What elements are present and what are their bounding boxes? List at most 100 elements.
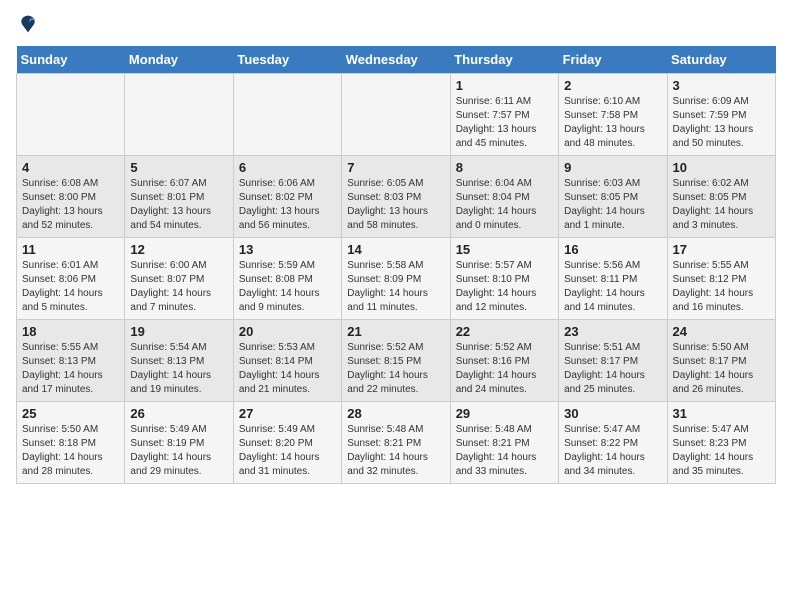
calendar-cell — [125, 74, 233, 156]
day-info: Sunrise: 6:05 AM Sunset: 8:03 PM Dayligh… — [347, 177, 444, 233]
day-info: Sunrise: 5:50 AM Sunset: 8:17 PM Dayligh… — [673, 341, 770, 397]
day-info: Sunrise: 5:47 AM Sunset: 8:22 PM Dayligh… — [564, 423, 661, 479]
calendar-cell — [17, 74, 125, 156]
day-number: 19 — [130, 324, 227, 339]
header-saturday: Saturday — [667, 46, 775, 74]
day-number: 30 — [564, 406, 661, 421]
day-number: 6 — [239, 160, 336, 175]
day-number: 3 — [673, 78, 770, 93]
calendar-cell: 16 Sunrise: 5:56 AM Sunset: 8:11 PM Dayli… — [559, 238, 667, 320]
day-info: Sunrise: 5:59 AM Sunset: 8:08 PM Dayligh… — [239, 259, 336, 315]
calendar-cell: 7 Sunrise: 6:05 AM Sunset: 8:03 PM Daylig… — [342, 156, 450, 238]
day-info: Sunrise: 6:11 AM Sunset: 7:57 PM Dayligh… — [456, 95, 553, 151]
calendar-cell: 31Sunrise: 5:47 AM Sunset: 8:23 PM Dayli… — [667, 402, 775, 484]
day-info: Sunrise: 6:10 AM Sunset: 7:58 PM Dayligh… — [564, 95, 661, 151]
calendar-cell: 2 Sunrise: 6:10 AM Sunset: 7:58 PM Daylig… — [559, 74, 667, 156]
calendar-cell: 26Sunrise: 5:49 AM Sunset: 8:19 PM Dayli… — [125, 402, 233, 484]
day-info: Sunrise: 6:00 AM Sunset: 8:07 PM Dayligh… — [130, 259, 227, 315]
calendar-cell: 23 Sunrise: 5:51 AM Sunset: 8:17 PM Dayli… — [559, 320, 667, 402]
header-wednesday: Wednesday — [342, 46, 450, 74]
calendar-cell: 4Sunrise: 6:08 AM Sunset: 8:00 PM Daylig… — [17, 156, 125, 238]
calendar-cell: 28 Sunrise: 5:48 AM Sunset: 8:21 PM Dayli… — [342, 402, 450, 484]
week-row-1: 1 Sunrise: 6:11 AM Sunset: 7:57 PM Daylig… — [17, 74, 776, 156]
header-tuesday: Tuesday — [233, 46, 341, 74]
day-info: Sunrise: 5:56 AM Sunset: 8:11 PM Dayligh… — [564, 259, 661, 315]
header-sunday: Sunday — [17, 46, 125, 74]
week-row-4: 18 Sunrise: 5:55 AM Sunset: 8:13 PM Dayli… — [17, 320, 776, 402]
day-number: 14 — [347, 242, 444, 257]
day-number: 2 — [564, 78, 661, 93]
calendar-cell — [342, 74, 450, 156]
calendar-table: SundayMondayTuesdayWednesdayThursdayFrid… — [16, 46, 776, 484]
day-info: Sunrise: 6:01 AM Sunset: 8:06 PM Dayligh… — [22, 259, 119, 315]
day-info: Sunrise: 6:06 AM Sunset: 8:02 PM Dayligh… — [239, 177, 336, 233]
day-number: 17 — [673, 242, 770, 257]
calendar-cell: 3 Sunrise: 6:09 AM Sunset: 7:59 PM Daylig… — [667, 74, 775, 156]
calendar-cell: 9Sunrise: 6:03 AM Sunset: 8:05 PM Daylig… — [559, 156, 667, 238]
logo — [16, 16, 38, 36]
day-info: Sunrise: 5:57 AM Sunset: 8:10 PM Dayligh… — [456, 259, 553, 315]
header-friday: Friday — [559, 46, 667, 74]
day-info: Sunrise: 6:09 AM Sunset: 7:59 PM Dayligh… — [673, 95, 770, 151]
header-thursday: Thursday — [450, 46, 558, 74]
day-number: 16 — [564, 242, 661, 257]
calendar-cell: 24 Sunrise: 5:50 AM Sunset: 8:17 PM Dayli… — [667, 320, 775, 402]
day-number: 26 — [130, 406, 227, 421]
calendar-cell: 22Sunrise: 5:52 AM Sunset: 8:16 PM Dayli… — [450, 320, 558, 402]
day-number: 28 — [347, 406, 444, 421]
day-number: 5 — [130, 160, 227, 175]
day-number: 22 — [456, 324, 553, 339]
day-number: 24 — [673, 324, 770, 339]
calendar-cell: 15 Sunrise: 5:57 AM Sunset: 8:10 PM Dayli… — [450, 238, 558, 320]
week-row-2: 4Sunrise: 6:08 AM Sunset: 8:00 PM Daylig… — [17, 156, 776, 238]
calendar-cell: 5Sunrise: 6:07 AM Sunset: 8:01 PM Daylig… — [125, 156, 233, 238]
day-number: 20 — [239, 324, 336, 339]
calendar-cell: 17 Sunrise: 5:55 AM Sunset: 8:12 PM Dayli… — [667, 238, 775, 320]
day-number: 15 — [456, 242, 553, 257]
day-info: Sunrise: 5:54 AM Sunset: 8:13 PM Dayligh… — [130, 341, 227, 397]
day-info: Sunrise: 5:51 AM Sunset: 8:17 PM Dayligh… — [564, 341, 661, 397]
calendar-cell: 25Sunrise: 5:50 AM Sunset: 8:18 PM Dayli… — [17, 402, 125, 484]
day-number: 13 — [239, 242, 336, 257]
calendar-cell: 10 Sunrise: 6:02 AM Sunset: 8:05 PM Dayli… — [667, 156, 775, 238]
day-info: Sunrise: 5:49 AM Sunset: 8:20 PM Dayligh… — [239, 423, 336, 479]
calendar-cell: 13 Sunrise: 5:59 AM Sunset: 8:08 PM Dayli… — [233, 238, 341, 320]
day-number: 8 — [456, 160, 553, 175]
day-number: 10 — [673, 160, 770, 175]
calendar-cell: 21 Sunrise: 5:52 AM Sunset: 8:15 PM Dayli… — [342, 320, 450, 402]
day-info: Sunrise: 6:04 AM Sunset: 8:04 PM Dayligh… — [456, 177, 553, 233]
day-number: 12 — [130, 242, 227, 257]
day-number: 29 — [456, 406, 553, 421]
header-row: SundayMondayTuesdayWednesdayThursdayFrid… — [17, 46, 776, 74]
day-info: Sunrise: 5:48 AM Sunset: 8:21 PM Dayligh… — [347, 423, 444, 479]
day-info: Sunrise: 5:55 AM Sunset: 8:12 PM Dayligh… — [673, 259, 770, 315]
calendar-cell: 8 Sunrise: 6:04 AM Sunset: 8:04 PM Daylig… — [450, 156, 558, 238]
calendar-cell: 1 Sunrise: 6:11 AM Sunset: 7:57 PM Daylig… — [450, 74, 558, 156]
day-number: 18 — [22, 324, 119, 339]
calendar-cell — [233, 74, 341, 156]
header-monday: Monday — [125, 46, 233, 74]
day-info: Sunrise: 5:53 AM Sunset: 8:14 PM Dayligh… — [239, 341, 336, 397]
week-row-5: 25Sunrise: 5:50 AM Sunset: 8:18 PM Dayli… — [17, 402, 776, 484]
day-number: 1 — [456, 78, 553, 93]
day-info: Sunrise: 6:03 AM Sunset: 8:05 PM Dayligh… — [564, 177, 661, 233]
day-number: 31 — [673, 406, 770, 421]
calendar-cell: 30 Sunrise: 5:47 AM Sunset: 8:22 PM Dayli… — [559, 402, 667, 484]
day-number: 23 — [564, 324, 661, 339]
day-info: Sunrise: 5:55 AM Sunset: 8:13 PM Dayligh… — [22, 341, 119, 397]
day-number: 27 — [239, 406, 336, 421]
calendar-cell: 11 Sunrise: 6:01 AM Sunset: 8:06 PM Dayli… — [17, 238, 125, 320]
calendar-cell: 6 Sunrise: 6:06 AM Sunset: 8:02 PM Daylig… — [233, 156, 341, 238]
day-number: 7 — [347, 160, 444, 175]
calendar-cell: 27 Sunrise: 5:49 AM Sunset: 8:20 PM Dayli… — [233, 402, 341, 484]
day-number: 21 — [347, 324, 444, 339]
day-info: Sunrise: 6:02 AM Sunset: 8:05 PM Dayligh… — [673, 177, 770, 233]
day-info: Sunrise: 5:52 AM Sunset: 8:15 PM Dayligh… — [347, 341, 444, 397]
calendar-cell: 20 Sunrise: 5:53 AM Sunset: 8:14 PM Dayli… — [233, 320, 341, 402]
page-header — [16, 16, 776, 36]
day-number: 25 — [22, 406, 119, 421]
calendar-cell: 18 Sunrise: 5:55 AM Sunset: 8:13 PM Dayli… — [17, 320, 125, 402]
day-info: Sunrise: 5:58 AM Sunset: 8:09 PM Dayligh… — [347, 259, 444, 315]
day-number: 11 — [22, 242, 119, 257]
day-info: Sunrise: 5:48 AM Sunset: 8:21 PM Dayligh… — [456, 423, 553, 479]
